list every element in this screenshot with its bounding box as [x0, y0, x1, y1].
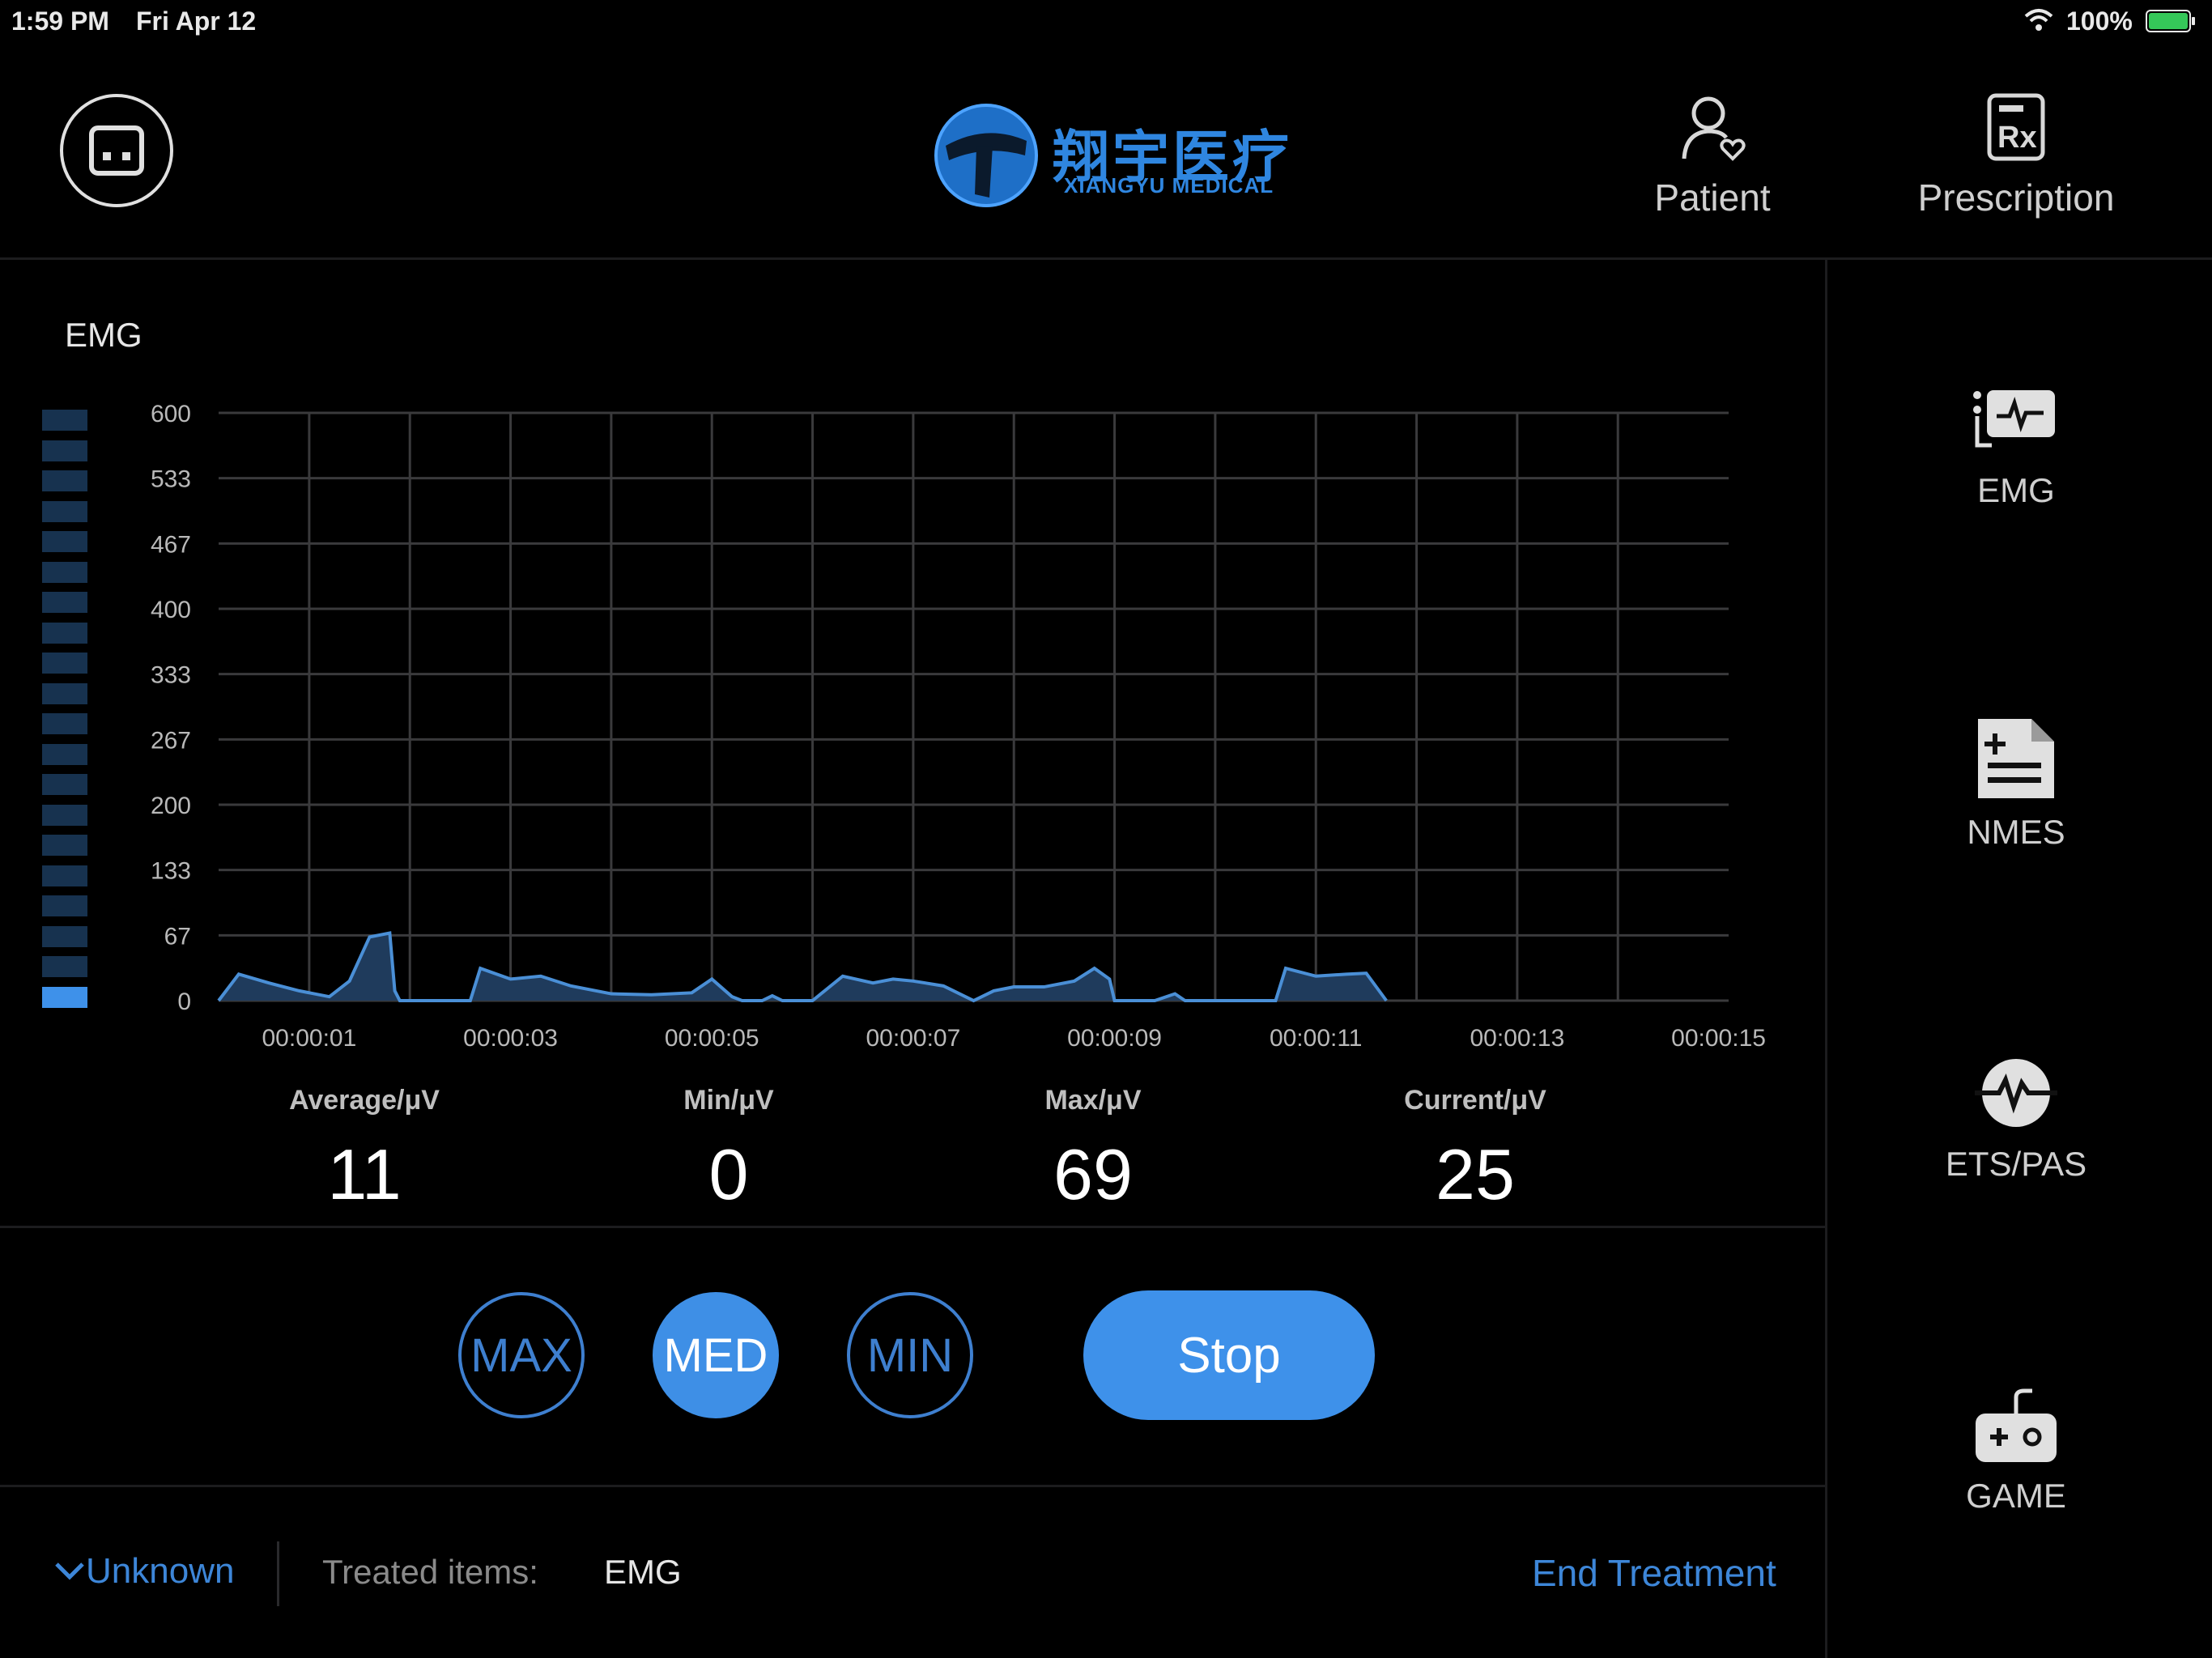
- treated-items-value: EMG: [604, 1553, 682, 1591]
- wifi-icon: [2024, 8, 2053, 32]
- end-treatment-button[interactable]: End Treatment: [1532, 1551, 1776, 1595]
- sidebar-label-emg: EMG: [1977, 471, 2055, 509]
- sidebar-item-game[interactable]: GAME: [1870, 1386, 2162, 1516]
- sidebar-divider: [1825, 259, 1827, 1658]
- emg-level-meter: [42, 410, 87, 1008]
- y-tick-label: 333: [151, 662, 191, 689]
- game-icon: [1976, 1388, 2057, 1462]
- level-segment: [42, 682, 87, 704]
- level-segment: [42, 653, 87, 674]
- level-segment: [42, 622, 87, 644]
- x-tick-label: 00:00:13: [1470, 1025, 1565, 1052]
- current-value: 25: [1436, 1134, 1515, 1214]
- logo-text-en: XIANGYU MEDICAL: [1064, 173, 1274, 198]
- level-segment: [42, 986, 87, 1008]
- x-tick-label: 00:00:09: [1067, 1025, 1162, 1052]
- y-tick-label: 0: [177, 988, 191, 1015]
- status-time: 1:59 PM: [11, 6, 109, 36]
- device-icon: [89, 125, 144, 176]
- sidebar-label-ets-pas: ETS/PAS: [1945, 1145, 2087, 1183]
- y-tick-label: 200: [151, 793, 191, 819]
- max-value: 69: [1053, 1134, 1133, 1214]
- header-divider: [0, 257, 2212, 260]
- y-tick-label: 67: [164, 923, 191, 950]
- body-part-label: Unknown: [86, 1551, 235, 1591]
- prescription-label: Prescription: [1917, 176, 2115, 219]
- level-segment: [42, 470, 87, 491]
- level-segment: [42, 895, 87, 916]
- y-tick-label: 533: [151, 466, 191, 493]
- level-segment: [42, 500, 87, 522]
- patient-icon: [1682, 96, 1746, 161]
- patient-label: Patient: [1654, 176, 1771, 219]
- min-label: Min/μV: [683, 1085, 774, 1116]
- battery-percent: 100%: [2066, 6, 2133, 36]
- level-segment: [42, 561, 87, 583]
- ets-pas-icon: [1975, 1059, 2057, 1127]
- sidebar-item-emg[interactable]: EMG: [1870, 384, 2162, 510]
- level-segment: [42, 804, 87, 826]
- level-segment: [42, 592, 87, 613]
- device-button[interactable]: [60, 94, 173, 207]
- panel-title: EMG: [65, 316, 143, 354]
- chevron-down-icon: [55, 1562, 84, 1580]
- x-tick-label: 00:00:03: [463, 1025, 558, 1052]
- x-tick-label: 00:00:07: [866, 1025, 961, 1052]
- level-segment: [42, 865, 87, 886]
- level-segment: [42, 410, 87, 431]
- treated-items-label: Treated items:: [322, 1553, 538, 1591]
- min-value: 0: [708, 1134, 749, 1214]
- emg-icon: [1973, 390, 2055, 448]
- y-tick-label: 600: [151, 401, 191, 427]
- nmes-icon: [1978, 719, 2054, 798]
- x-tick-label: 00:00:11: [1270, 1025, 1363, 1052]
- level-segment: [42, 531, 87, 552]
- patient-button[interactable]: Patient: [1627, 91, 1797, 219]
- app-screen: 1:59 PM Fri Apr 12 100% 翔宇医疗 XIANGYU MED…: [0, 0, 2212, 1658]
- controls-divider: [0, 1485, 1825, 1487]
- x-tick-label: 00:00:05: [665, 1025, 759, 1052]
- footer-divider: [277, 1541, 279, 1606]
- emg-chart: 600 533 467 400 333 267 200 133 67 0 00:00:01 00:0…: [151, 401, 1766, 1052]
- max-label: Max/μV: [1044, 1085, 1142, 1116]
- sidebar-label-nmes: NMES: [1967, 813, 2065, 851]
- prescription-icon: Rx: [1987, 93, 2045, 161]
- y-tick-label: 133: [151, 858, 191, 885]
- level-segment: [42, 743, 87, 765]
- min-level-button[interactable]: MIN: [847, 1292, 973, 1418]
- sidebar-item-nmes[interactable]: NMES: [1870, 714, 2162, 852]
- max-level-button[interactable]: MAX: [458, 1292, 585, 1418]
- sidebar-label-game: GAME: [1966, 1477, 2066, 1515]
- stats-divider: [0, 1226, 1825, 1228]
- status-date: Fri Apr 12: [136, 6, 257, 36]
- level-segment: [42, 713, 87, 734]
- stop-button[interactable]: Stop: [1083, 1290, 1375, 1420]
- level-segment: [42, 440, 87, 461]
- level-segment: [42, 925, 87, 947]
- y-tick-label: 267: [151, 727, 191, 754]
- x-tick-label: 00:00:15: [1671, 1025, 1766, 1052]
- x-tick-label: 00:00:01: [262, 1025, 357, 1052]
- battery-icon: [2146, 10, 2196, 32]
- xiangyu-logo-icon: [929, 99, 1043, 212]
- sidebar-item-ets-pas[interactable]: ETS/PAS: [1870, 1054, 2162, 1184]
- body-part-selector[interactable]: Unknown: [53, 1551, 234, 1592]
- average-label: Average/μV: [289, 1085, 440, 1116]
- level-segment: [42, 774, 87, 795]
- y-tick-label: 467: [151, 531, 191, 558]
- emg-series-line: [217, 931, 1388, 1003]
- prescription-button[interactable]: Rx Prescription: [1895, 91, 2138, 219]
- y-tick-label: 400: [151, 597, 191, 623]
- average-value: 11: [327, 1134, 402, 1214]
- level-segment: [42, 956, 87, 977]
- med-level-button[interactable]: MED: [653, 1292, 779, 1418]
- level-segment: [42, 835, 87, 856]
- svg-text:Rx: Rx: [1997, 121, 2037, 155]
- current-label: Current/μV: [1404, 1085, 1546, 1116]
